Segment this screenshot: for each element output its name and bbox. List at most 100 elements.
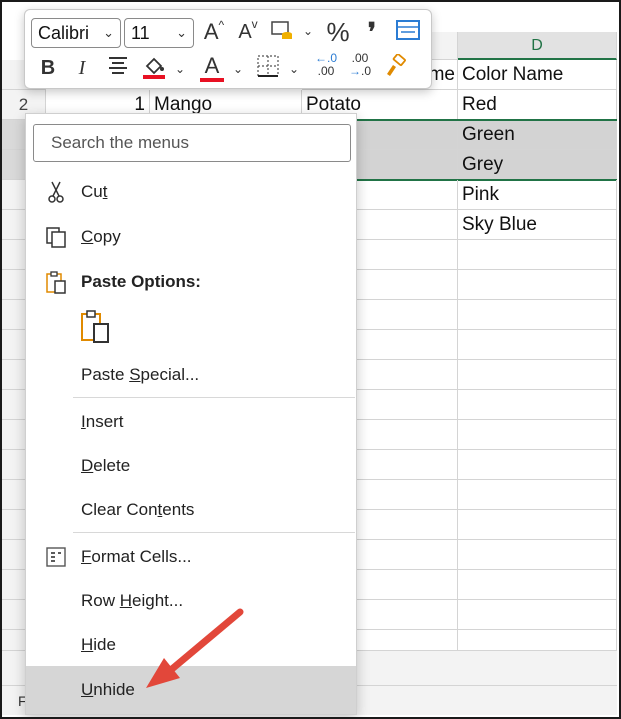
paste-icon — [81, 310, 109, 343]
number-format-button[interactable] — [267, 18, 297, 49]
borders-button[interactable] — [253, 54, 283, 85]
empty-cell[interactable] — [458, 330, 617, 360]
copy-label: Copy — [81, 227, 121, 246]
clear-contents-label: Clear Contents — [81, 500, 195, 519]
dec-decimal-bottom: .0 — [360, 64, 371, 78]
menu-separator — [73, 532, 355, 533]
decrease-font-size-button[interactable]: Av — [233, 17, 263, 48]
paste-options-header: Paste Options: — [26, 262, 356, 302]
paste-special-label: Paste Special... — [81, 365, 200, 384]
bold-button[interactable]: B — [35, 54, 61, 82]
empty-cell[interactable] — [458, 570, 617, 600]
fill-color-button[interactable] — [139, 54, 169, 87]
font-color-swatch — [200, 78, 224, 82]
italic-button[interactable]: I — [69, 54, 95, 82]
decrease-decimal-button[interactable]: .00 →.0 — [345, 52, 375, 78]
cell-d2-text: Red — [462, 94, 497, 115]
row-2-label: 2 — [18, 95, 29, 114]
delete-label: Delete — [81, 456, 131, 475]
empty-cell[interactable] — [458, 540, 617, 570]
increase-font-size-button[interactable]: A^ — [199, 18, 229, 49]
chevron-down-icon[interactable]: ⌄ — [175, 62, 185, 76]
menu-item-paste-special[interactable]: Paste Special... — [26, 355, 356, 395]
cell-d9[interactable]: Grey — [458, 150, 617, 180]
paint-bucket-icon — [143, 57, 165, 79]
chevron-down-icon[interactable]: ⌄ — [233, 62, 243, 76]
empty-cell[interactable] — [458, 450, 617, 480]
search-menus-input[interactable]: Search the menus — [33, 124, 351, 162]
menu-item-insert[interactable]: Insert — [26, 402, 356, 442]
accounting-format-icon — [271, 21, 292, 39]
percent-style-button[interactable]: % — [323, 18, 353, 46]
font-color-icon: A — [204, 53, 220, 78]
cell-c1-text: me — [428, 64, 455, 85]
empty-cell[interactable] — [458, 240, 617, 270]
caret-up-icon: ^ — [218, 18, 225, 32]
cell-d1[interactable]: Color Name — [458, 60, 617, 90]
align-center-icon — [109, 57, 127, 74]
shrink-font-icon: A — [238, 21, 252, 43]
cell-d2[interactable]: Red — [458, 90, 617, 120]
annotation-arrow-icon — [146, 608, 244, 688]
empty-cell[interactable] — [458, 420, 617, 450]
cell-d10[interactable]: Pink — [458, 180, 617, 210]
paste-button[interactable] — [78, 308, 118, 348]
increase-decimal-button[interactable]: ←.0 .00 — [311, 52, 341, 78]
borders-icon — [257, 55, 279, 77]
chevron-down-icon[interactable]: ⌄ — [289, 62, 299, 76]
hide-label: Hide — [81, 635, 116, 654]
empty-cell[interactable] — [458, 510, 617, 540]
empty-cell[interactable] — [458, 360, 617, 390]
font-size-value: 11 — [131, 23, 150, 43]
wrap-text-button[interactable] — [393, 18, 423, 49]
format-painter-button[interactable] — [381, 53, 411, 85]
chevron-down-icon: ⌄ — [176, 25, 187, 40]
format-cells-icon — [46, 547, 66, 567]
search-placeholder: Search the menus — [51, 133, 189, 152]
mini-toolbar: Calibri ⌄ 11 ⌄ A^ Av ⌄ % ❜ B I ⌄ A ⌄ ⌄ ←.0… — [24, 9, 432, 89]
cell-d9-text: Grey — [462, 154, 504, 175]
font-name-dropdown[interactable]: Calibri ⌄ — [31, 18, 121, 48]
cut-label: Cut — [81, 182, 108, 201]
align-center-button[interactable] — [105, 54, 131, 83]
format-painter-icon — [387, 53, 406, 76]
unhide-label: Unhide — [81, 680, 135, 699]
inc-decimal-top: .0 — [326, 51, 337, 65]
font-color-button[interactable]: A — [197, 52, 227, 82]
empty-cell[interactable] — [458, 480, 617, 510]
column-header-d[interactable]: D — [458, 32, 617, 60]
cell-d11-text: Sky Blue — [462, 214, 537, 235]
menu-separator — [73, 397, 355, 398]
cell-d3-text: Green — [462, 124, 515, 145]
grow-font-icon: A — [203, 19, 219, 44]
empty-cell[interactable] — [458, 300, 617, 330]
menu-item-copy[interactable]: Copy — [26, 217, 356, 257]
scissors-icon — [48, 181, 64, 203]
cell-d11[interactable]: Sky Blue — [458, 210, 617, 240]
cell-d3[interactable]: Green — [458, 120, 617, 150]
cell-d10-text: Pink — [462, 184, 499, 205]
arrow-right-icon: → — [348, 64, 361, 78]
chevron-down-icon[interactable]: ⌄ — [303, 24, 313, 38]
comma-icon: ❜ — [367, 17, 377, 47]
cell-b2-text: Mango — [154, 94, 213, 115]
italic-icon: I — [78, 57, 86, 79]
font-size-dropdown[interactable]: 11 ⌄ — [124, 18, 194, 48]
menu-item-clear-contents[interactable]: Clear Contents — [26, 490, 356, 530]
chevron-down-icon: ⌄ — [103, 25, 114, 40]
cell-c2-text: Potato — [306, 94, 361, 115]
clipboard-icon — [46, 271, 66, 294]
cell-a2-text: 1 — [134, 94, 145, 115]
bold-icon: B — [40, 57, 56, 79]
paste-options-label: Paste Options: — [81, 272, 201, 291]
menu-item-cut[interactable]: Cut — [26, 172, 356, 212]
comma-style-button[interactable]: ❜ — [359, 18, 385, 46]
menu-item-format-cells[interactable]: Format Cells... — [26, 537, 356, 577]
empty-cell[interactable] — [458, 600, 617, 630]
empty-cell[interactable] — [458, 390, 617, 420]
empty-cell[interactable] — [458, 270, 617, 300]
cell-d1-text: Color Name — [462, 64, 564, 85]
column-d-label: D — [531, 37, 543, 54]
menu-item-delete[interactable]: Delete — [26, 446, 356, 486]
copy-icon — [46, 227, 66, 248]
